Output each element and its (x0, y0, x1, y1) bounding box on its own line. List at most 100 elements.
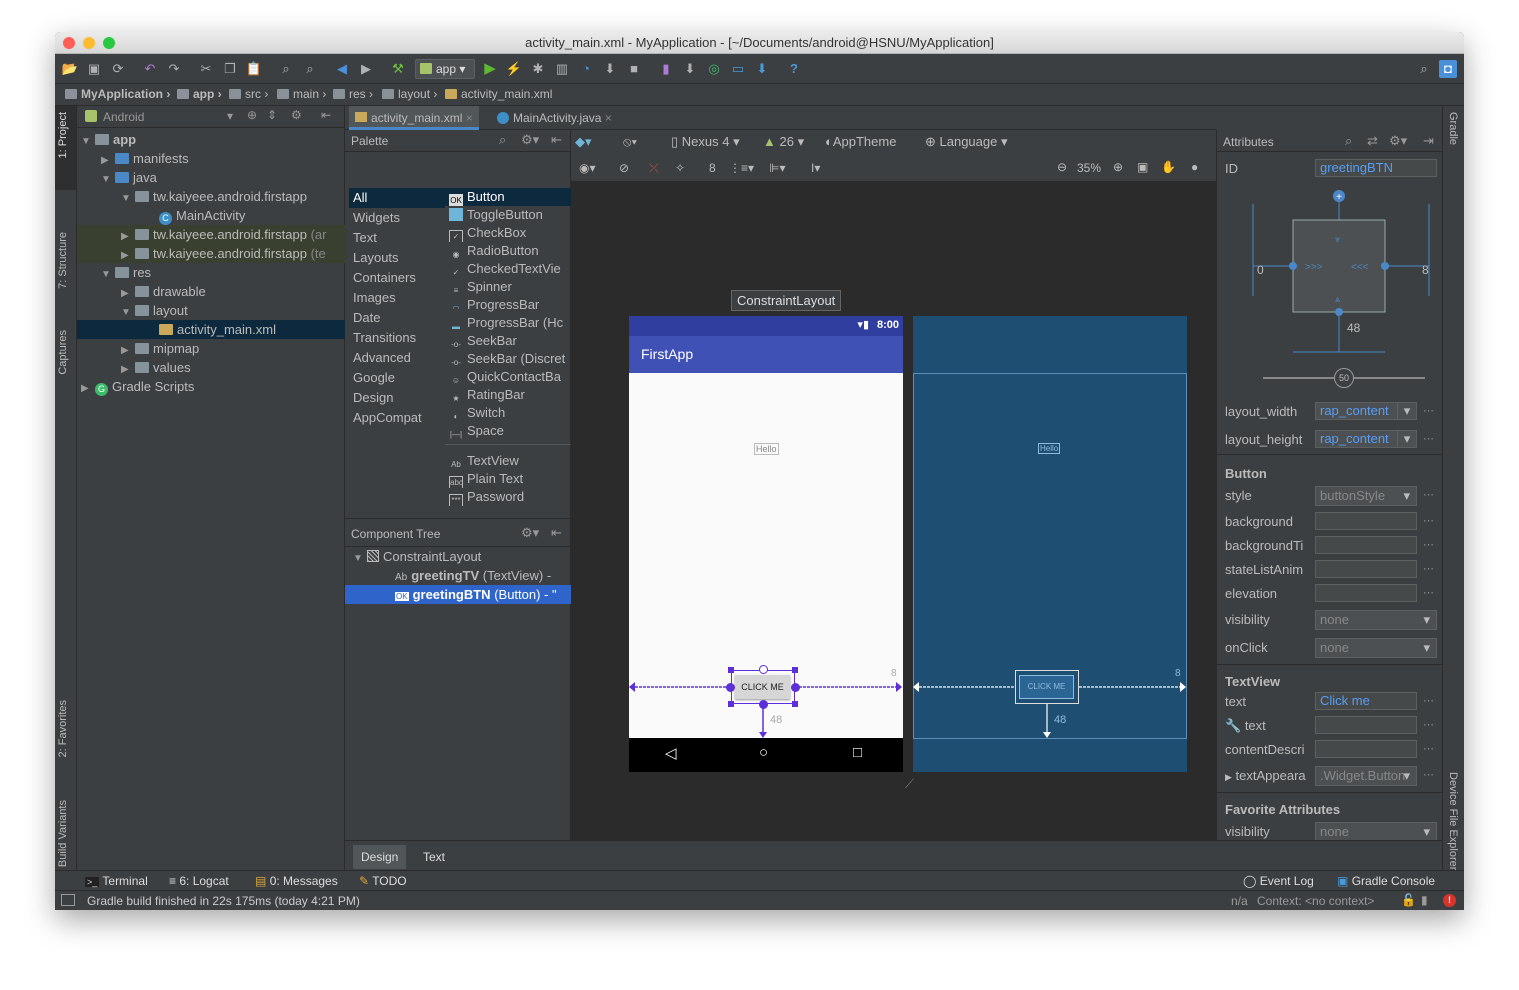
state-list-anim-field[interactable] (1315, 560, 1417, 578)
palette-category[interactable]: Layouts (353, 248, 443, 268)
orientation-icon[interactable]: ⦸▾ (623, 134, 637, 150)
onclick-select[interactable]: none (1315, 638, 1437, 658)
tree-item-gradle-scripts[interactable]: ▶ G Gradle Scripts (77, 377, 345, 396)
bias-slider-handle[interactable]: 50 (1334, 368, 1354, 388)
gear-icon[interactable]: ⚙ (291, 108, 302, 122)
tab-activity-main-xml[interactable]: activity_main.xml × (349, 106, 479, 130)
palette-category[interactable]: Google (353, 368, 443, 388)
align-icon[interactable]: ⊫▾ (769, 161, 785, 175)
tree-item-java[interactable]: ▼ java (77, 168, 345, 187)
expand-icon[interactable]: ▶ (1225, 772, 1232, 782)
attach-debugger-icon[interactable]: ▥ (553, 60, 571, 78)
palette-item[interactable]: *** Password (449, 488, 571, 506)
palette-item[interactable]: Ab TextView (449, 452, 571, 470)
search-icon[interactable]: ⌕ (1345, 133, 1352, 149)
elevation-field[interactable] (1315, 584, 1417, 602)
breadcrumb-item[interactable]: MyApplication › (65, 87, 170, 101)
tab-structure[interactable]: 7: Structure (57, 232, 69, 289)
autoconnect-icon[interactable]: ⊘ (619, 161, 629, 175)
tree-item-package-test[interactable]: ▶ tw.kaiyeee.android.firstapp (te (77, 244, 345, 263)
coverage-icon[interactable]: ⬇ (601, 60, 619, 78)
palette-item[interactable]: |—| Space (449, 422, 571, 440)
palette-item[interactable]: ★ RatingBar (449, 386, 571, 404)
palette-item[interactable]: ◉ RadioButton (449, 242, 571, 260)
device-select[interactable]: ▯ Nexus 4 ▾ (671, 134, 740, 150)
palette-category[interactable]: All (353, 188, 443, 208)
logcat-tab[interactable]: ≡ 6: Logcat (169, 874, 229, 888)
breadcrumb-item[interactable]: res › (333, 87, 373, 101)
paste-icon[interactable]: 📋 (245, 60, 263, 78)
palette-item[interactable]: ✓ CheckedTextVie (449, 260, 571, 278)
sdk-manager-icon[interactable]: ⬇ (681, 60, 699, 78)
ctree-item-root[interactable]: ▼ ConstraintLayout (345, 547, 571, 566)
tab-favorites[interactable]: 2: Favorites (57, 700, 69, 757)
pan-icon[interactable]: ✋ (1161, 160, 1176, 174)
id-field[interactable]: greetingBTN (1315, 159, 1437, 177)
breadcrumb-item[interactable]: app › (177, 87, 222, 101)
palette-item[interactable]: ◐ Switch (449, 404, 571, 422)
palette-item[interactable]: ▬ ProgressBar (Hc (449, 314, 571, 332)
error-icon[interactable]: ! (1443, 894, 1456, 907)
gear-icon[interactable]: ⚙▾ (521, 525, 539, 541)
palette-item[interactable]: ToggleButton (449, 206, 571, 224)
tree-item-res[interactable]: ▼ res (77, 263, 345, 282)
collapse-icon[interactable]: ⇕ (267, 108, 277, 122)
palette-item[interactable]: -o- SeekBar (449, 332, 571, 350)
close-window-button[interactable] (63, 37, 75, 49)
constraint-widget[interactable]: + >>> <<< ⩔ ⩓ (1247, 186, 1437, 366)
user-icon[interactable]: ◘ (1439, 60, 1457, 78)
content-description-field[interactable] (1315, 740, 1417, 758)
text-appearance-select[interactable]: .Widget.Button (1315, 766, 1417, 786)
run-icon[interactable]: ▶ (481, 60, 499, 78)
tree-item-layout[interactable]: ▼ layout (77, 301, 345, 320)
nav-home-icon[interactable]: ○ (759, 744, 768, 761)
tool-windows-toggle-icon[interactable] (61, 894, 75, 906)
greeting-textview[interactable]: Hello (754, 443, 779, 455)
phone-preview[interactable]: 8:00 ▾▮ FirstApp Hello 8 48 CLICK ME ◁ ○… (629, 316, 903, 772)
gear-icon[interactable]: ⚙▾ (1389, 133, 1407, 149)
open-icon[interactable]: 📂 (61, 60, 79, 78)
find-icon[interactable]: ⌕ (277, 60, 295, 78)
hector-icon[interactable]: ▮ (1421, 893, 1428, 907)
constraint-left-value[interactable]: 0 (1257, 263, 1264, 277)
ctree-item-greetingbtn[interactable]: OK greetingBTN (Button) - " (345, 585, 571, 604)
tab-gradle[interactable]: Gradle (1447, 112, 1459, 145)
click-me-button[interactable]: CLICK ME (735, 675, 790, 699)
layout-inspector-icon[interactable]: ⬇ (753, 60, 771, 78)
palette-item[interactable]: ☺ QuickContactBa (449, 368, 571, 386)
redo-icon[interactable]: ↷ (165, 60, 183, 78)
swap-icon[interactable]: ⇄ (1367, 133, 1378, 149)
tab-project[interactable]: 1: Project (57, 112, 69, 158)
apply-changes-icon[interactable]: ⚡ (505, 60, 523, 78)
target-icon[interactable]: ⊕ (247, 108, 257, 122)
language-select[interactable]: ⊕ Language ▾ (925, 134, 1008, 150)
palette-category[interactable]: Date (353, 308, 443, 328)
theme-select[interactable]: ◐AppTheme (825, 134, 896, 149)
pack-icon[interactable]: ⋮≡▾ (729, 161, 754, 175)
search-icon[interactable]: ⌕ (499, 132, 506, 148)
default-margin[interactable]: 8 (709, 161, 716, 175)
back-icon[interactable]: ◀ (333, 60, 351, 78)
layout-width-dropdown[interactable]: ▾ (1397, 402, 1417, 420)
constraint-right-value[interactable]: 8 (1422, 263, 1429, 277)
blueprint-textview[interactable]: Hello (1038, 443, 1061, 454)
warning-icon[interactable]: ● (1191, 160, 1198, 174)
infer-constraints-icon[interactable]: ✧ (675, 161, 685, 175)
zoom-out-icon[interactable]: ⊖ (1057, 160, 1067, 174)
design-surface-icon[interactable]: ◆▾ (575, 134, 592, 150)
hide-panel-icon[interactable]: ⇥ (1423, 133, 1434, 149)
palette-category[interactable]: AppCompat (353, 408, 443, 428)
replace-icon[interactable]: ⌕ (301, 60, 319, 78)
tab-design[interactable]: Design (353, 845, 407, 869)
hide-panel-icon[interactable]: ⇤ (551, 525, 562, 541)
zoom-in-icon[interactable]: ⊕ (1113, 160, 1123, 174)
avd-manager-icon[interactable]: ▮ (657, 60, 675, 78)
lock-icon[interactable]: 🔓 (1401, 893, 1416, 907)
tree-item-package-android-test[interactable]: ▶ tw.kaiyeee.android.firstapp (ar (77, 225, 345, 244)
tree-item-mainactivity[interactable]: C MainActivity (77, 206, 345, 225)
palette-item[interactable]: abc Plain Text (449, 470, 571, 488)
nav-back-icon[interactable]: ◁ (665, 744, 677, 762)
run-config-select[interactable]: app ▾ (415, 59, 475, 79)
selected-button[interactable]: CLICK ME (726, 665, 800, 709)
event-log-tab[interactable]: ◯ Event Log (1243, 874, 1314, 888)
